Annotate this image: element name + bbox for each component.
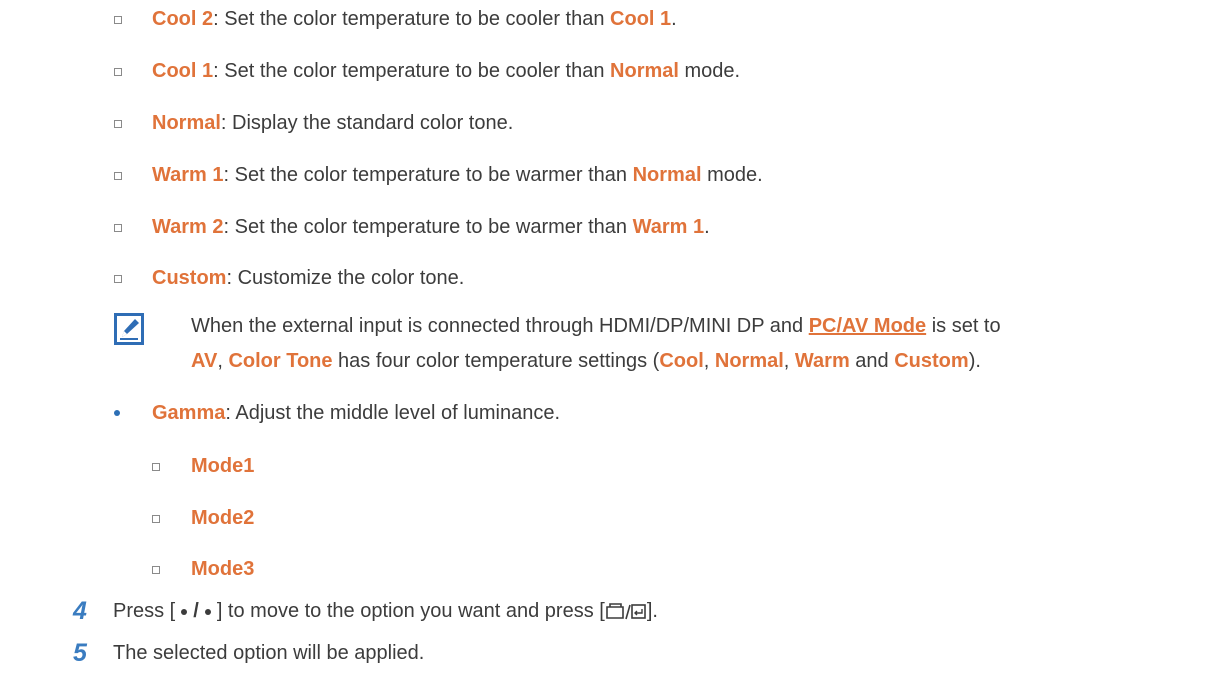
note-line-2: AV, Color Tone has four color temperatur…: [191, 350, 981, 372]
step-text: Press [/] to move to the option you want…: [113, 600, 658, 622]
square-bullet-icon: [152, 566, 160, 574]
list-item: Cool 2: Set the color temperature to be …: [152, 8, 677, 30]
gamma-item: Gamma: Adjust the middle level of lumina…: [152, 402, 561, 424]
square-bullet-icon: [152, 515, 160, 523]
list-item: Mode3: [191, 558, 255, 580]
round-bullet-icon: [114, 410, 120, 416]
square-bullet-icon: [114, 224, 122, 232]
note-pencil-icon: [114, 313, 144, 345]
list-item: Mode1: [191, 455, 255, 477]
list-item: Normal: Display the standard color tone.: [152, 112, 514, 134]
down-button-icon: [204, 608, 211, 615]
menu-enter-icon: [606, 602, 646, 619]
up-button-icon: [181, 608, 188, 615]
note-line-1: When the external input is connected thr…: [191, 315, 1001, 337]
list-item: Mode2: [191, 507, 255, 529]
list-item: Warm 1: Set the color temperature to be …: [152, 164, 763, 186]
square-bullet-icon: [114, 16, 122, 24]
slash-separator-icon: /: [193, 600, 199, 622]
list-item: Cool 1: Set the color temperature to be …: [152, 60, 741, 82]
step-text: The selected option will be applied.: [113, 642, 425, 664]
step-number: 5: [73, 639, 87, 667]
list-item: Warm 2: Set the color temperature to be …: [152, 216, 710, 238]
square-bullet-icon: [114, 120, 122, 128]
square-bullet-icon: [152, 463, 160, 471]
square-bullet-icon: [114, 172, 122, 180]
step-number: 4: [73, 597, 87, 625]
pc-av-mode-link[interactable]: PC/AV Mode: [809, 315, 926, 337]
square-bullet-icon: [114, 275, 122, 283]
square-bullet-icon: [114, 68, 122, 76]
list-item: Custom: Customize the color tone.: [152, 267, 465, 289]
